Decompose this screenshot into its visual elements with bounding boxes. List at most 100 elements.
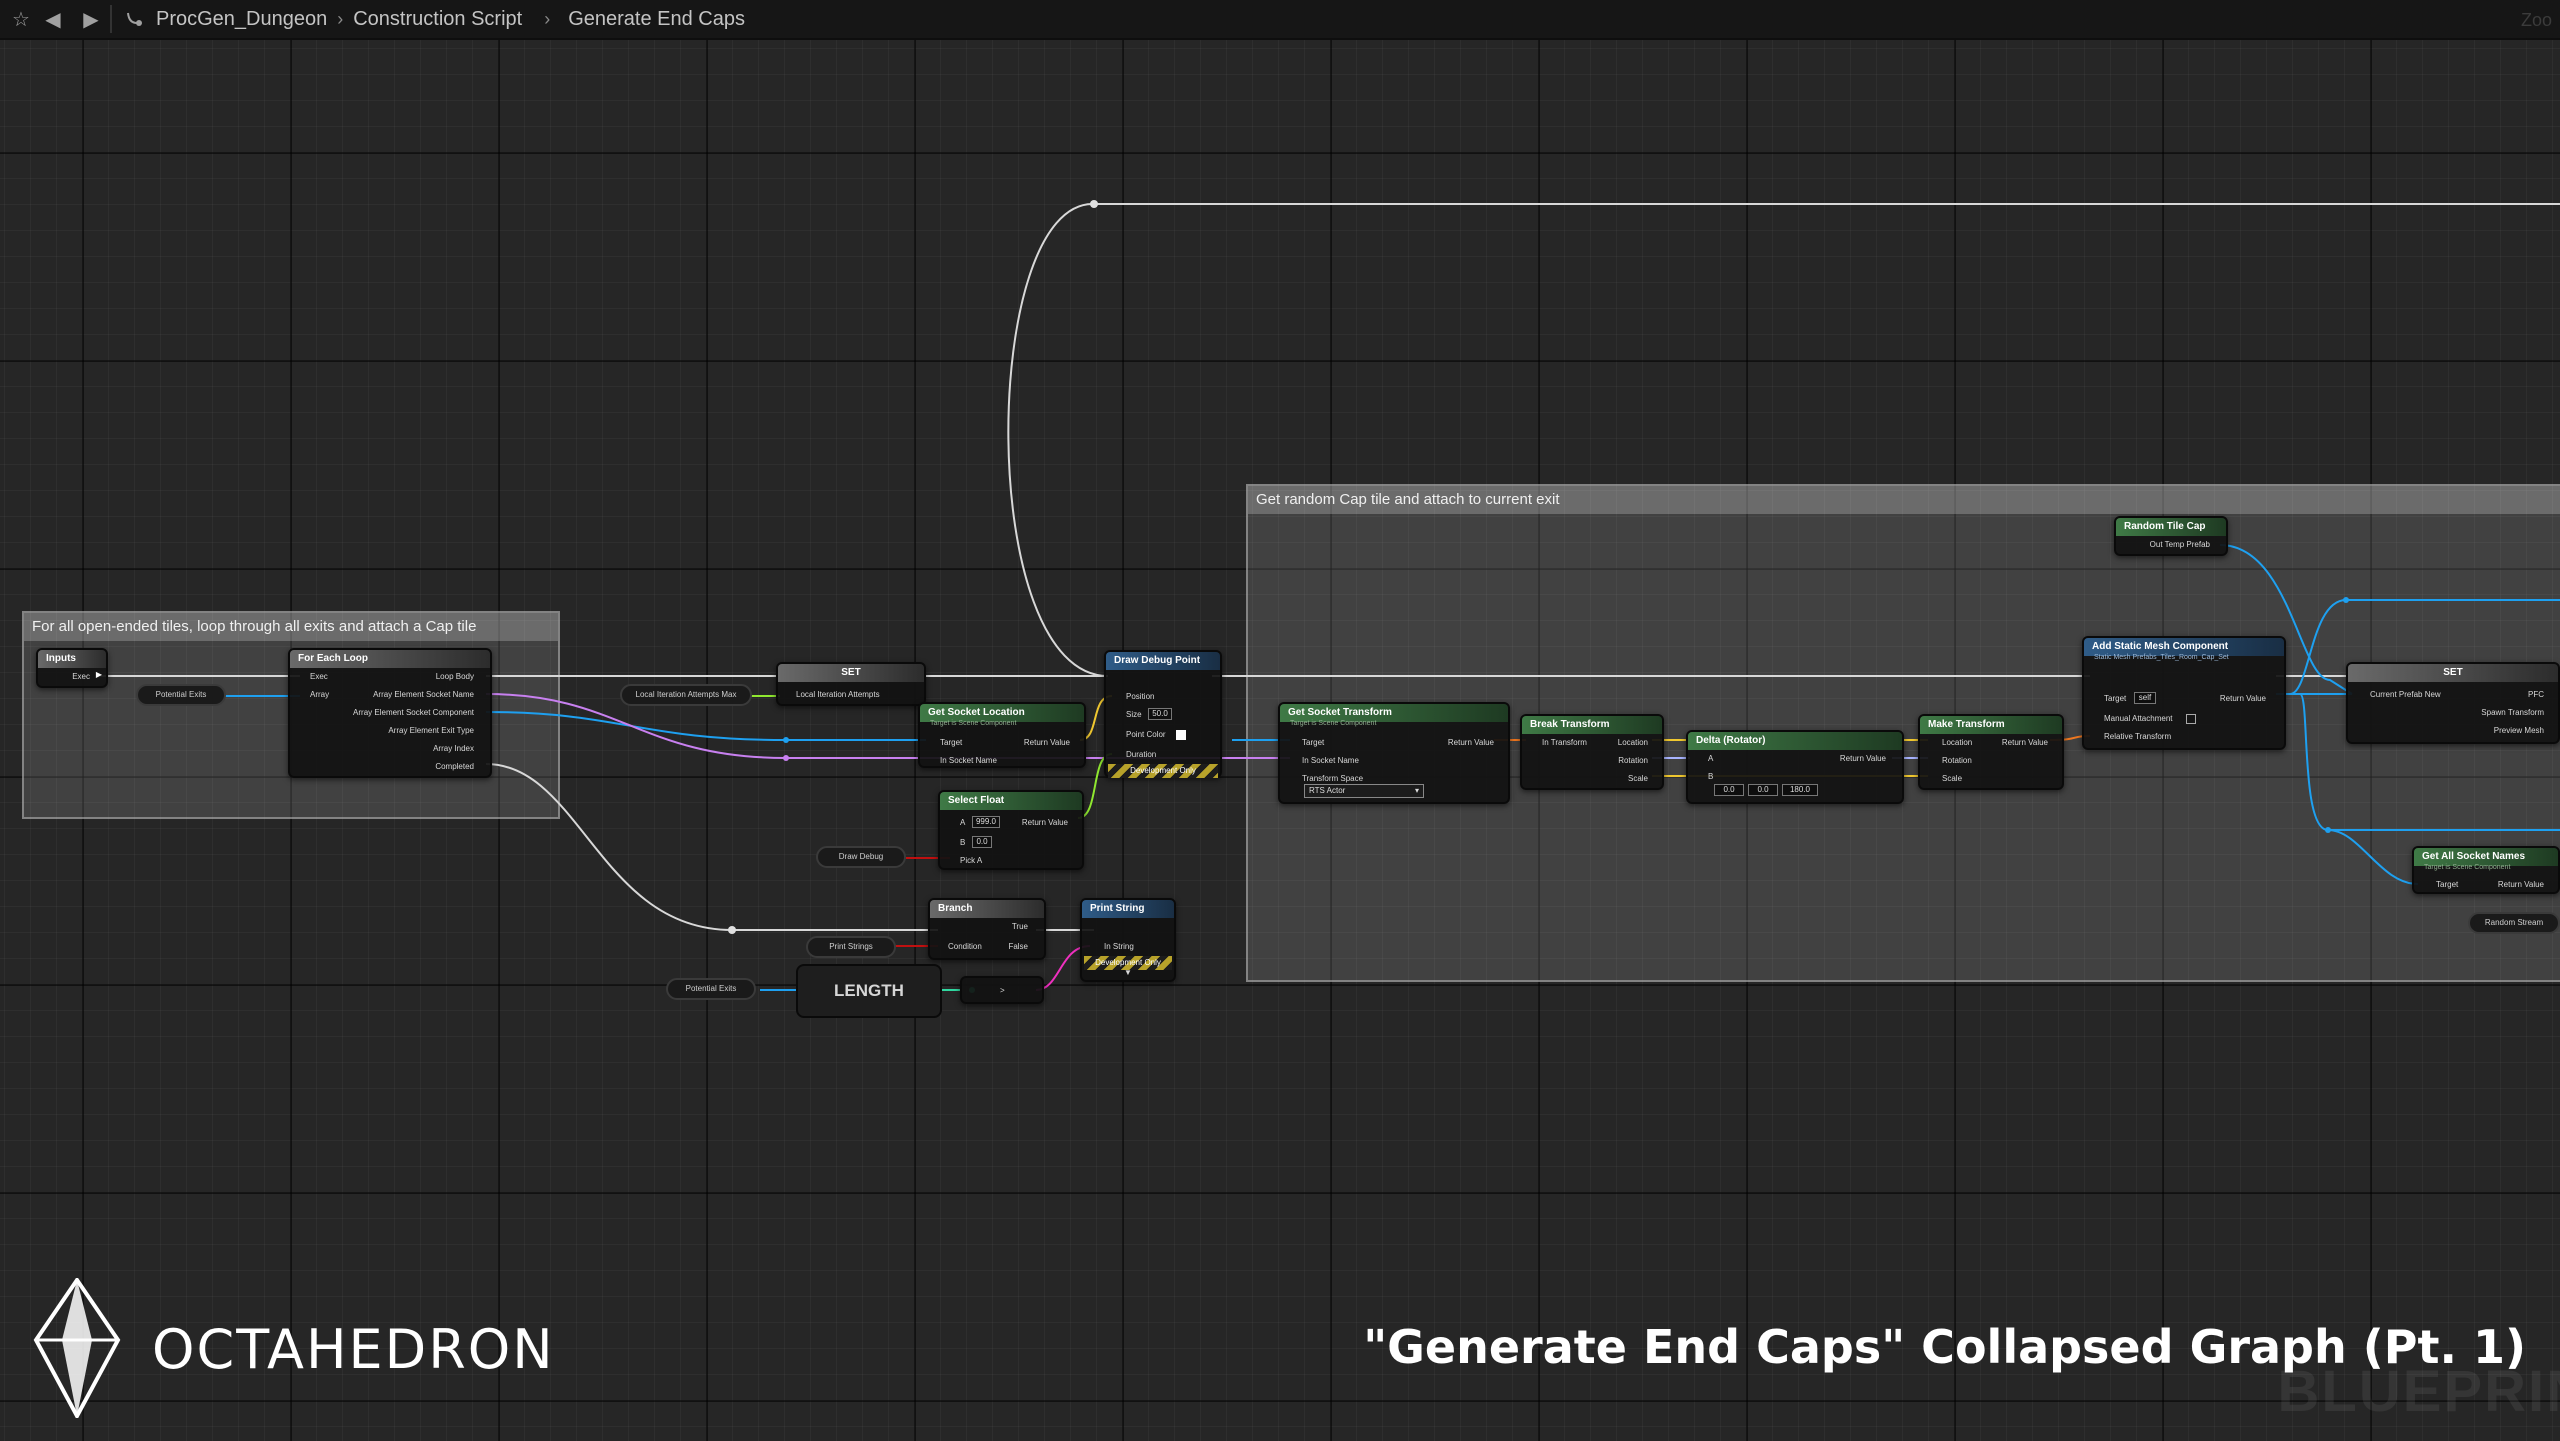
socket-name-pin-label[interactable]: Array Element Socket Name — [373, 690, 474, 699]
wire-reroute-node — [2343, 597, 2349, 603]
transform-space-dropdown[interactable]: RTS Actor ▾ — [1304, 784, 1424, 798]
draw-debug-variable[interactable]: Draw Debug — [816, 846, 906, 868]
return-value-pin-label[interactable]: Return Value — [2002, 738, 2048, 747]
wire-reroute-node — [728, 926, 736, 934]
socket-component-pin-label[interactable]: Array Element Socket Component — [353, 708, 474, 717]
duration-pin-label[interactable]: Duration — [1126, 750, 1156, 759]
exec-pin-label[interactable]: Exec — [310, 672, 328, 681]
out-temp-prefab-pin-label[interactable]: Out Temp Prefab — [2150, 540, 2210, 549]
wire-reroute-node — [1090, 200, 1098, 208]
scale-pin-label[interactable]: Scale — [1942, 774, 1962, 783]
node-title: SET — [778, 664, 924, 682]
position-pin-label[interactable]: Position — [1126, 692, 1154, 701]
manual-attachment-pin-label[interactable]: Manual Attachment — [2104, 714, 2172, 723]
potential-exits-variable[interactable]: Potential Exits — [136, 684, 226, 706]
loop-body-pin-label[interactable]: Loop Body — [436, 672, 474, 681]
print-strings-variable[interactable]: Print Strings — [806, 936, 896, 958]
get-socket-transform-node[interactable]: Get Socket Transform Target is Scene Com… — [1278, 702, 1510, 804]
rotation-pin-label[interactable]: Rotation — [1942, 756, 1972, 765]
node-title: Draw Debug Point — [1106, 652, 1220, 670]
print-string-node[interactable]: Print String In String Development Only … — [1080, 898, 1176, 982]
b-pin-label[interactable]: B — [1708, 772, 1713, 781]
octahedron-logo-text: OCTAHEDRON — [152, 1318, 555, 1381]
pfc-pin-label[interactable]: PFC — [2528, 690, 2544, 699]
relative-transform-pin-label[interactable]: Relative Transform — [2104, 732, 2171, 741]
socket-name-pin-label[interactable]: In Socket Name — [940, 756, 997, 765]
a-value-field[interactable]: 999.0 — [972, 816, 1000, 828]
scale-pin-label[interactable]: Scale — [1628, 774, 1648, 783]
return-value-pin-label[interactable]: Return Value — [2498, 880, 2544, 889]
rotator-z-field[interactable]: 180.0 — [1782, 784, 1818, 796]
node-title: For Each Loop — [290, 650, 490, 668]
inputs-node[interactable]: Inputs Exec ▶ — [36, 648, 108, 688]
rotation-pin-label[interactable]: Rotation — [1618, 756, 1648, 765]
random-stream-variable[interactable]: Random Stream — [2468, 912, 2560, 934]
false-pin-label[interactable]: False — [1008, 942, 1028, 951]
set-current-prefab-node[interactable]: SET Current Prefab New PFC Spawn Transfo… — [2346, 662, 2560, 744]
select-float-node[interactable]: Select Float A 999.0 B 0.0 Pick A Return… — [938, 790, 1084, 870]
wire-reroute-node — [783, 755, 789, 761]
return-value-pin-label[interactable]: Return Value — [1024, 738, 1070, 747]
point-color-swatch[interactable] — [1176, 730, 1186, 740]
array-pin-label[interactable]: Array — [310, 690, 329, 699]
delta-rotator-node[interactable]: Delta (Rotator) A B 0.0 0.0 180.0 Return… — [1686, 730, 1904, 804]
object-wire — [2327, 829, 2419, 885]
greater-than-node[interactable]: > — [960, 976, 1044, 1004]
preview-mesh-pin-label[interactable]: Preview Mesh — [2494, 726, 2544, 735]
location-pin-label[interactable]: Location — [1942, 738, 1972, 747]
node-title: SET — [2348, 664, 2558, 682]
length-node[interactable]: LENGTH — [796, 964, 942, 1018]
expand-arrow-icon[interactable]: ▼ — [1124, 968, 1132, 977]
a-pin-label[interactable]: A — [960, 818, 965, 827]
for-each-loop-node[interactable]: For Each Loop Exec Array Loop Body Array… — [288, 648, 492, 778]
potential-exits-variable-2[interactable]: Potential Exits — [666, 978, 756, 1000]
rotator-y-field[interactable]: 0.0 — [1748, 784, 1778, 796]
node-subtitle: Target is Scene Component — [2424, 864, 2511, 871]
exit-type-pin-label[interactable]: Array Element Exit Type — [388, 726, 474, 735]
get-socket-location-node[interactable]: Get Socket Location Target is Scene Comp… — [918, 702, 1086, 768]
return-value-pin-label[interactable]: Return Value — [1840, 754, 1886, 763]
pick-a-pin-label[interactable]: Pick A — [960, 856, 982, 865]
target-pin-label[interactable]: Target — [2436, 880, 2458, 889]
local-iteration-max-variable[interactable]: Local Iteration Attempts Max — [620, 684, 752, 706]
spawn-transform-pin-label[interactable]: Spawn Transform — [2481, 708, 2544, 717]
size-pin-label[interactable]: Size — [1126, 710, 1142, 719]
target-self-field[interactable]: self — [2134, 692, 2156, 704]
target-pin-label[interactable]: Target — [940, 738, 962, 747]
random-tile-cap-node[interactable]: Random Tile Cap Out Temp Prefab — [2114, 516, 2228, 556]
draw-debug-point-node[interactable]: Draw Debug Point Position Size 50.0 Poin… — [1104, 650, 1222, 778]
point-color-pin-label[interactable]: Point Color — [1126, 730, 1166, 739]
size-value-field[interactable]: 50.0 — [1148, 708, 1172, 720]
true-pin-label[interactable]: True — [1012, 922, 1028, 931]
add-static-mesh-component-node[interactable]: Add Static Mesh Component Static Mesh Pr… — [2082, 636, 2286, 750]
branch-node[interactable]: Branch Condition True False — [928, 898, 1046, 960]
local-iteration-pin-label[interactable]: Local Iteration Attempts — [796, 690, 880, 699]
manual-attachment-checkbox[interactable] — [2186, 714, 2196, 724]
condition-pin-label[interactable]: Condition — [948, 942, 982, 951]
location-pin-label[interactable]: Location — [1618, 738, 1648, 747]
break-transform-node[interactable]: Break Transform In Transform Location Ro… — [1520, 714, 1664, 790]
current-prefab-pin-label[interactable]: Current Prefab New — [2370, 690, 2441, 699]
return-value-pin-label[interactable]: Return Value — [1022, 818, 1068, 827]
in-transform-pin-label[interactable]: In Transform — [1542, 738, 1587, 747]
b-value-field[interactable]: 0.0 — [972, 836, 992, 848]
in-string-pin-label[interactable]: In String — [1104, 942, 1134, 951]
rotator-x-field[interactable]: 0.0 — [1714, 784, 1744, 796]
a-pin-label[interactable]: A — [1708, 754, 1713, 763]
set-local-iteration-node[interactable]: SET Local Iteration Attempts — [776, 662, 926, 706]
b-pin-label[interactable]: B — [960, 838, 965, 847]
target-pin-label[interactable]: Target — [1302, 738, 1324, 747]
node-title: Select Float — [940, 792, 1082, 810]
exec-pin-icon[interactable]: ▶ — [96, 670, 102, 679]
return-value-pin-label[interactable]: Return Value — [2220, 694, 2266, 703]
make-transform-node[interactable]: Make Transform Location Rotation Scale R… — [1918, 714, 2064, 790]
target-pin-label[interactable]: Target — [2104, 694, 2126, 703]
socket-name-pin-label[interactable]: In Socket Name — [1302, 756, 1359, 765]
completed-pin-label[interactable]: Completed — [435, 762, 474, 771]
exec-wire — [1007, 202, 2560, 677]
transform-space-pin-label[interactable]: Transform Space — [1302, 774, 1363, 783]
exec-pin-label: Exec — [72, 672, 90, 681]
array-index-pin-label[interactable]: Array Index — [433, 744, 474, 753]
return-value-pin-label[interactable]: Return Value — [1448, 738, 1494, 747]
get-all-socket-names-node[interactable]: Get All Socket Names Target is Scene Com… — [2412, 846, 2560, 894]
